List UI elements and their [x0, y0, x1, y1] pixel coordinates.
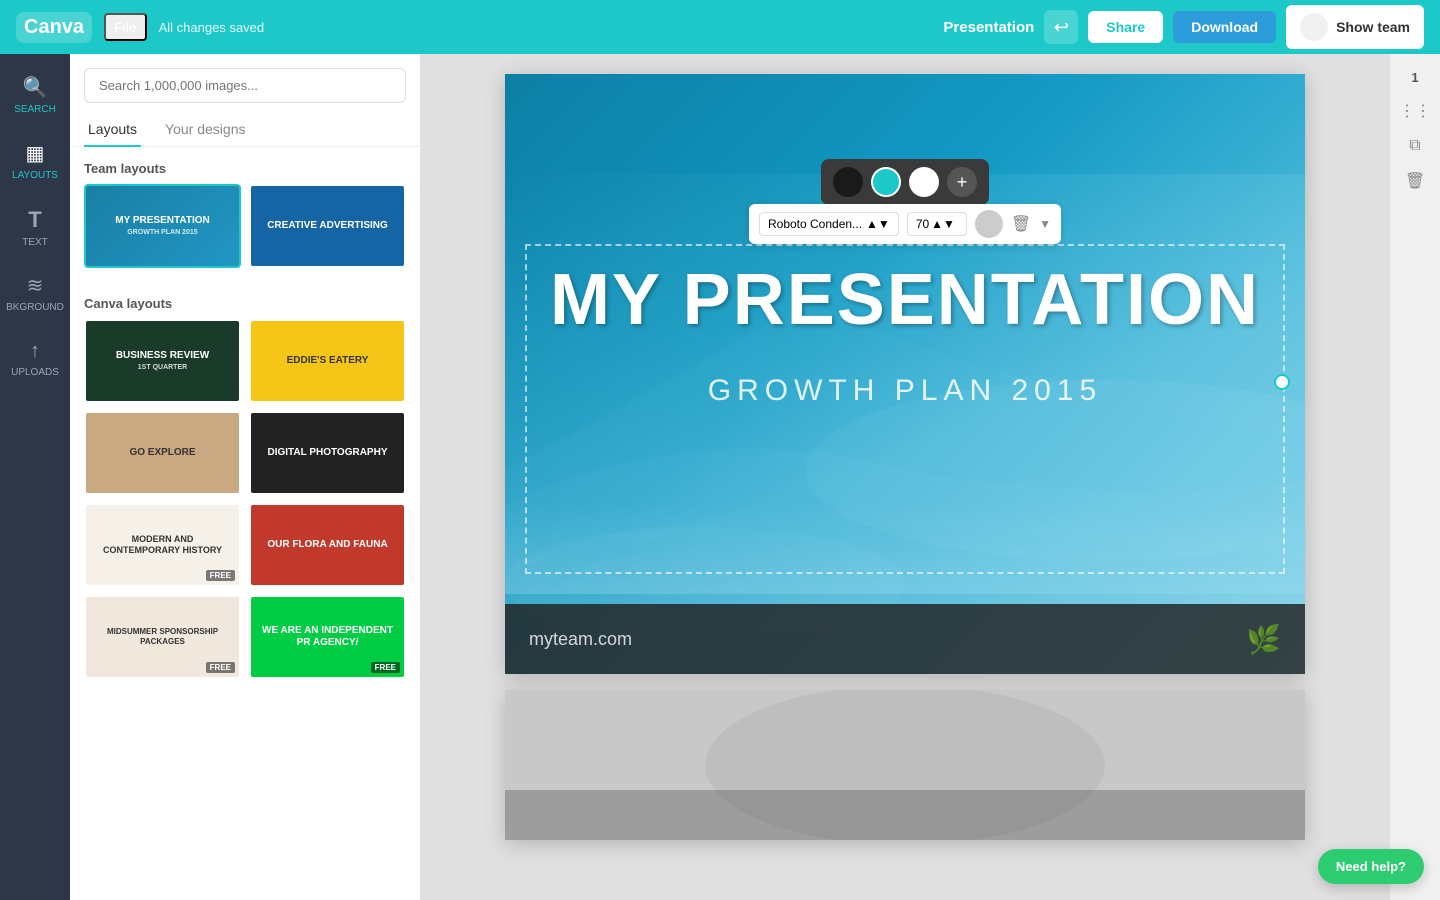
font-select-arrow: ▲▼	[866, 217, 890, 231]
topbar-right: Presentation ↩ Share Download Show team	[943, 5, 1424, 49]
layout-thumb-creative-adv[interactable]: CREATIVE ADVERTISING	[249, 184, 406, 268]
layout-thumb-go-explore[interactable]: GO EXPLORE	[84, 411, 241, 495]
slide-subtitle[interactable]: GROWTH PLAN 2015	[505, 374, 1305, 408]
share-button[interactable]: Share	[1088, 11, 1163, 43]
color-add-button[interactable]: +	[947, 167, 977, 197]
tab-layouts[interactable]: Layouts	[84, 113, 141, 147]
file-menu-button[interactable]: File	[104, 13, 147, 41]
team-layouts-grid: MY PRESENTATION GROWTH PLAN 2015 CREATIV…	[70, 184, 420, 282]
slide-2-background	[505, 690, 1305, 840]
layout-thumb-flora-fauna[interactable]: OUR FLORA AND FAUNA	[249, 503, 406, 587]
thumb-flora-title: OUR FLORA AND FAUNA	[267, 539, 387, 551]
search-bar-container	[70, 54, 420, 113]
search-icon: 🔍	[23, 75, 48, 100]
text-icon: T	[28, 207, 41, 233]
uploads-icon: ↑	[30, 340, 40, 363]
sidebar-item-layouts[interactable]: ▦ LAYOUTS	[0, 128, 70, 194]
slide-1[interactable]: + Roboto Conden... ▲▼ 70 ▲▼ 🗑 ▼ MY PRESE	[505, 74, 1305, 674]
search-input[interactable]	[84, 68, 406, 103]
slide-bottom-bar: myteam.com 🌿	[505, 604, 1305, 674]
color-swatch-teal[interactable]	[871, 167, 901, 197]
layout-thumb-eddies[interactable]: EDDIE'S EATERY	[249, 319, 406, 403]
layouts-panel: Layouts Your designs Team layouts MY PRE…	[70, 54, 420, 900]
presentation-label: Presentation	[943, 19, 1034, 36]
thumb-explore-title: GO EXPLORE	[129, 447, 195, 459]
thumb-biz-title: BUSINESS REVIEW	[116, 350, 209, 362]
thumb-biz-sub: 1ST QUARTER	[116, 364, 209, 371]
font-delete-button[interactable]: 🗑	[1011, 214, 1031, 234]
sidebar-item-uploads[interactable]: ↑ UPLOADS	[0, 326, 70, 392]
avatar	[1300, 13, 1328, 41]
right-panel-grid-btn[interactable]: ⋮⋮	[1399, 101, 1431, 121]
sidebar-text-label: TEXT	[22, 237, 48, 248]
show-team-button[interactable]: Show team	[1286, 5, 1424, 49]
canvas-area: + Roboto Conden... ▲▼ 70 ▲▼ 🗑 ▼ MY PRESE	[420, 54, 1390, 900]
undo-button[interactable]: ↩	[1044, 10, 1078, 44]
color-swatch-black[interactable]	[833, 167, 863, 197]
sidebar-icons: 🔍 SEARCH ▦ LAYOUTS T TEXT ≋ BKGROUND ↑ U…	[0, 54, 70, 900]
font-size-arrows: ▲▼	[931, 217, 955, 231]
sidebar-bkground-label: BKGROUND	[6, 302, 64, 313]
right-panel-copy-btn[interactable]: ⧉	[1409, 137, 1420, 155]
slide-main-title[interactable]: MY PRESENTATION	[505, 259, 1305, 341]
thumb-modern-title: MODERN AND CONTEMPORARY HISTORY	[92, 534, 233, 556]
rotate-handle[interactable]	[1274, 374, 1290, 390]
layout-thumb-my-presentation[interactable]: MY PRESENTATION GROWTH PLAN 2015	[84, 184, 241, 268]
need-help-button[interactable]: Need help?	[1318, 849, 1424, 884]
layout-thumb-pr-agency[interactable]: WE ARE AN INDEPENDENT PR AGENCY/ FREE	[249, 595, 406, 679]
right-panel: 1 ⋮⋮ ⧉ 🗑	[1390, 54, 1440, 900]
sidebar-item-search[interactable]: 🔍 SEARCH	[0, 62, 70, 128]
free-badge-modern: FREE	[206, 570, 235, 581]
team-layouts-title: Team layouts	[70, 147, 420, 184]
thumb-pr-title: WE ARE AN INDEPENDENT PR AGENCY/	[257, 625, 398, 649]
save-status: All changes saved	[159, 20, 265, 35]
topbar: Canva File All changes saved Presentatio…	[0, 0, 1440, 54]
color-picker-toolbar: +	[821, 159, 989, 205]
thumb-midsummer-title: MIDSUMMER SPONSORSHIP PACKAGES	[92, 627, 233, 646]
font-name: Roboto Conden...	[768, 217, 862, 231]
sidebar-uploads-label: UPLOADS	[11, 367, 59, 378]
layouts-icon: ▦	[26, 141, 45, 166]
font-size-value: 70	[916, 217, 929, 231]
canva-layouts-grid: BUSINESS REVIEW 1ST QUARTER EDDIE'S EATE…	[70, 319, 420, 693]
layout-thumb-business-review[interactable]: BUSINESS REVIEW 1ST QUARTER	[84, 319, 241, 403]
font-more-button[interactable]: ▼	[1039, 217, 1051, 231]
canva-logo-text: Canva	[24, 16, 84, 39]
show-team-label: Show team	[1336, 19, 1410, 35]
slide-2[interactable]	[505, 690, 1305, 840]
download-button[interactable]: Download	[1173, 11, 1276, 43]
font-size-input[interactable]: 70 ▲▼	[907, 212, 967, 236]
sidebar-item-text[interactable]: T TEXT	[0, 194, 70, 260]
thumb-my-pres-sub: GROWTH PLAN 2015	[115, 229, 209, 236]
canva-layouts-title: Canva layouts	[70, 282, 420, 319]
sidebar-search-label: SEARCH	[14, 104, 56, 115]
thumb-eddies-title: EDDIE'S EATERY	[287, 355, 369, 367]
sidebar-item-bkground[interactable]: ≋ BKGROUND	[0, 260, 70, 326]
thumb-digital-title: DIGITAL PHOTOGRAPHY	[267, 447, 387, 459]
slide-content: + Roboto Conden... ▲▼ 70 ▲▼ 🗑 ▼ MY PRESE	[505, 74, 1305, 674]
thumb-creative-adv-title: CREATIVE ADVERTISING	[267, 220, 388, 232]
font-toolbar: Roboto Conden... ▲▼ 70 ▲▼ 🗑 ▼	[749, 204, 1061, 244]
free-badge-pr: FREE	[371, 662, 400, 673]
slide-url: myteam.com	[529, 629, 632, 650]
layout-thumb-modern-history[interactable]: MODERN AND CONTEMPORARY HISTORY FREE	[84, 503, 241, 587]
layout-thumb-midsummer[interactable]: MIDSUMMER SPONSORSHIP PACKAGES FREE	[84, 595, 241, 679]
tab-your-designs[interactable]: Your designs	[161, 113, 249, 147]
thumb-my-pres-title: MY PRESENTATION	[115, 215, 209, 227]
sidebar-layouts-label: LAYOUTS	[12, 170, 58, 181]
color-swatch-white[interactable]	[909, 167, 939, 197]
font-family-selector[interactable]: Roboto Conden... ▲▼	[759, 212, 899, 236]
font-style-toggle[interactable]	[975, 210, 1003, 238]
right-panel-delete-btn[interactable]: 🗑	[1405, 171, 1425, 191]
slide-number: 1	[1411, 70, 1418, 85]
slide-logo-icon: 🌿	[1246, 623, 1281, 656]
bkground-icon: ≋	[27, 273, 44, 298]
free-badge-midsummer: FREE	[206, 662, 235, 673]
panel-tabs: Layouts Your designs	[70, 113, 420, 147]
layout-thumb-digital-photo[interactable]: DIGITAL PHOTOGRAPHY	[249, 411, 406, 495]
canva-logo[interactable]: Canva	[16, 12, 92, 43]
